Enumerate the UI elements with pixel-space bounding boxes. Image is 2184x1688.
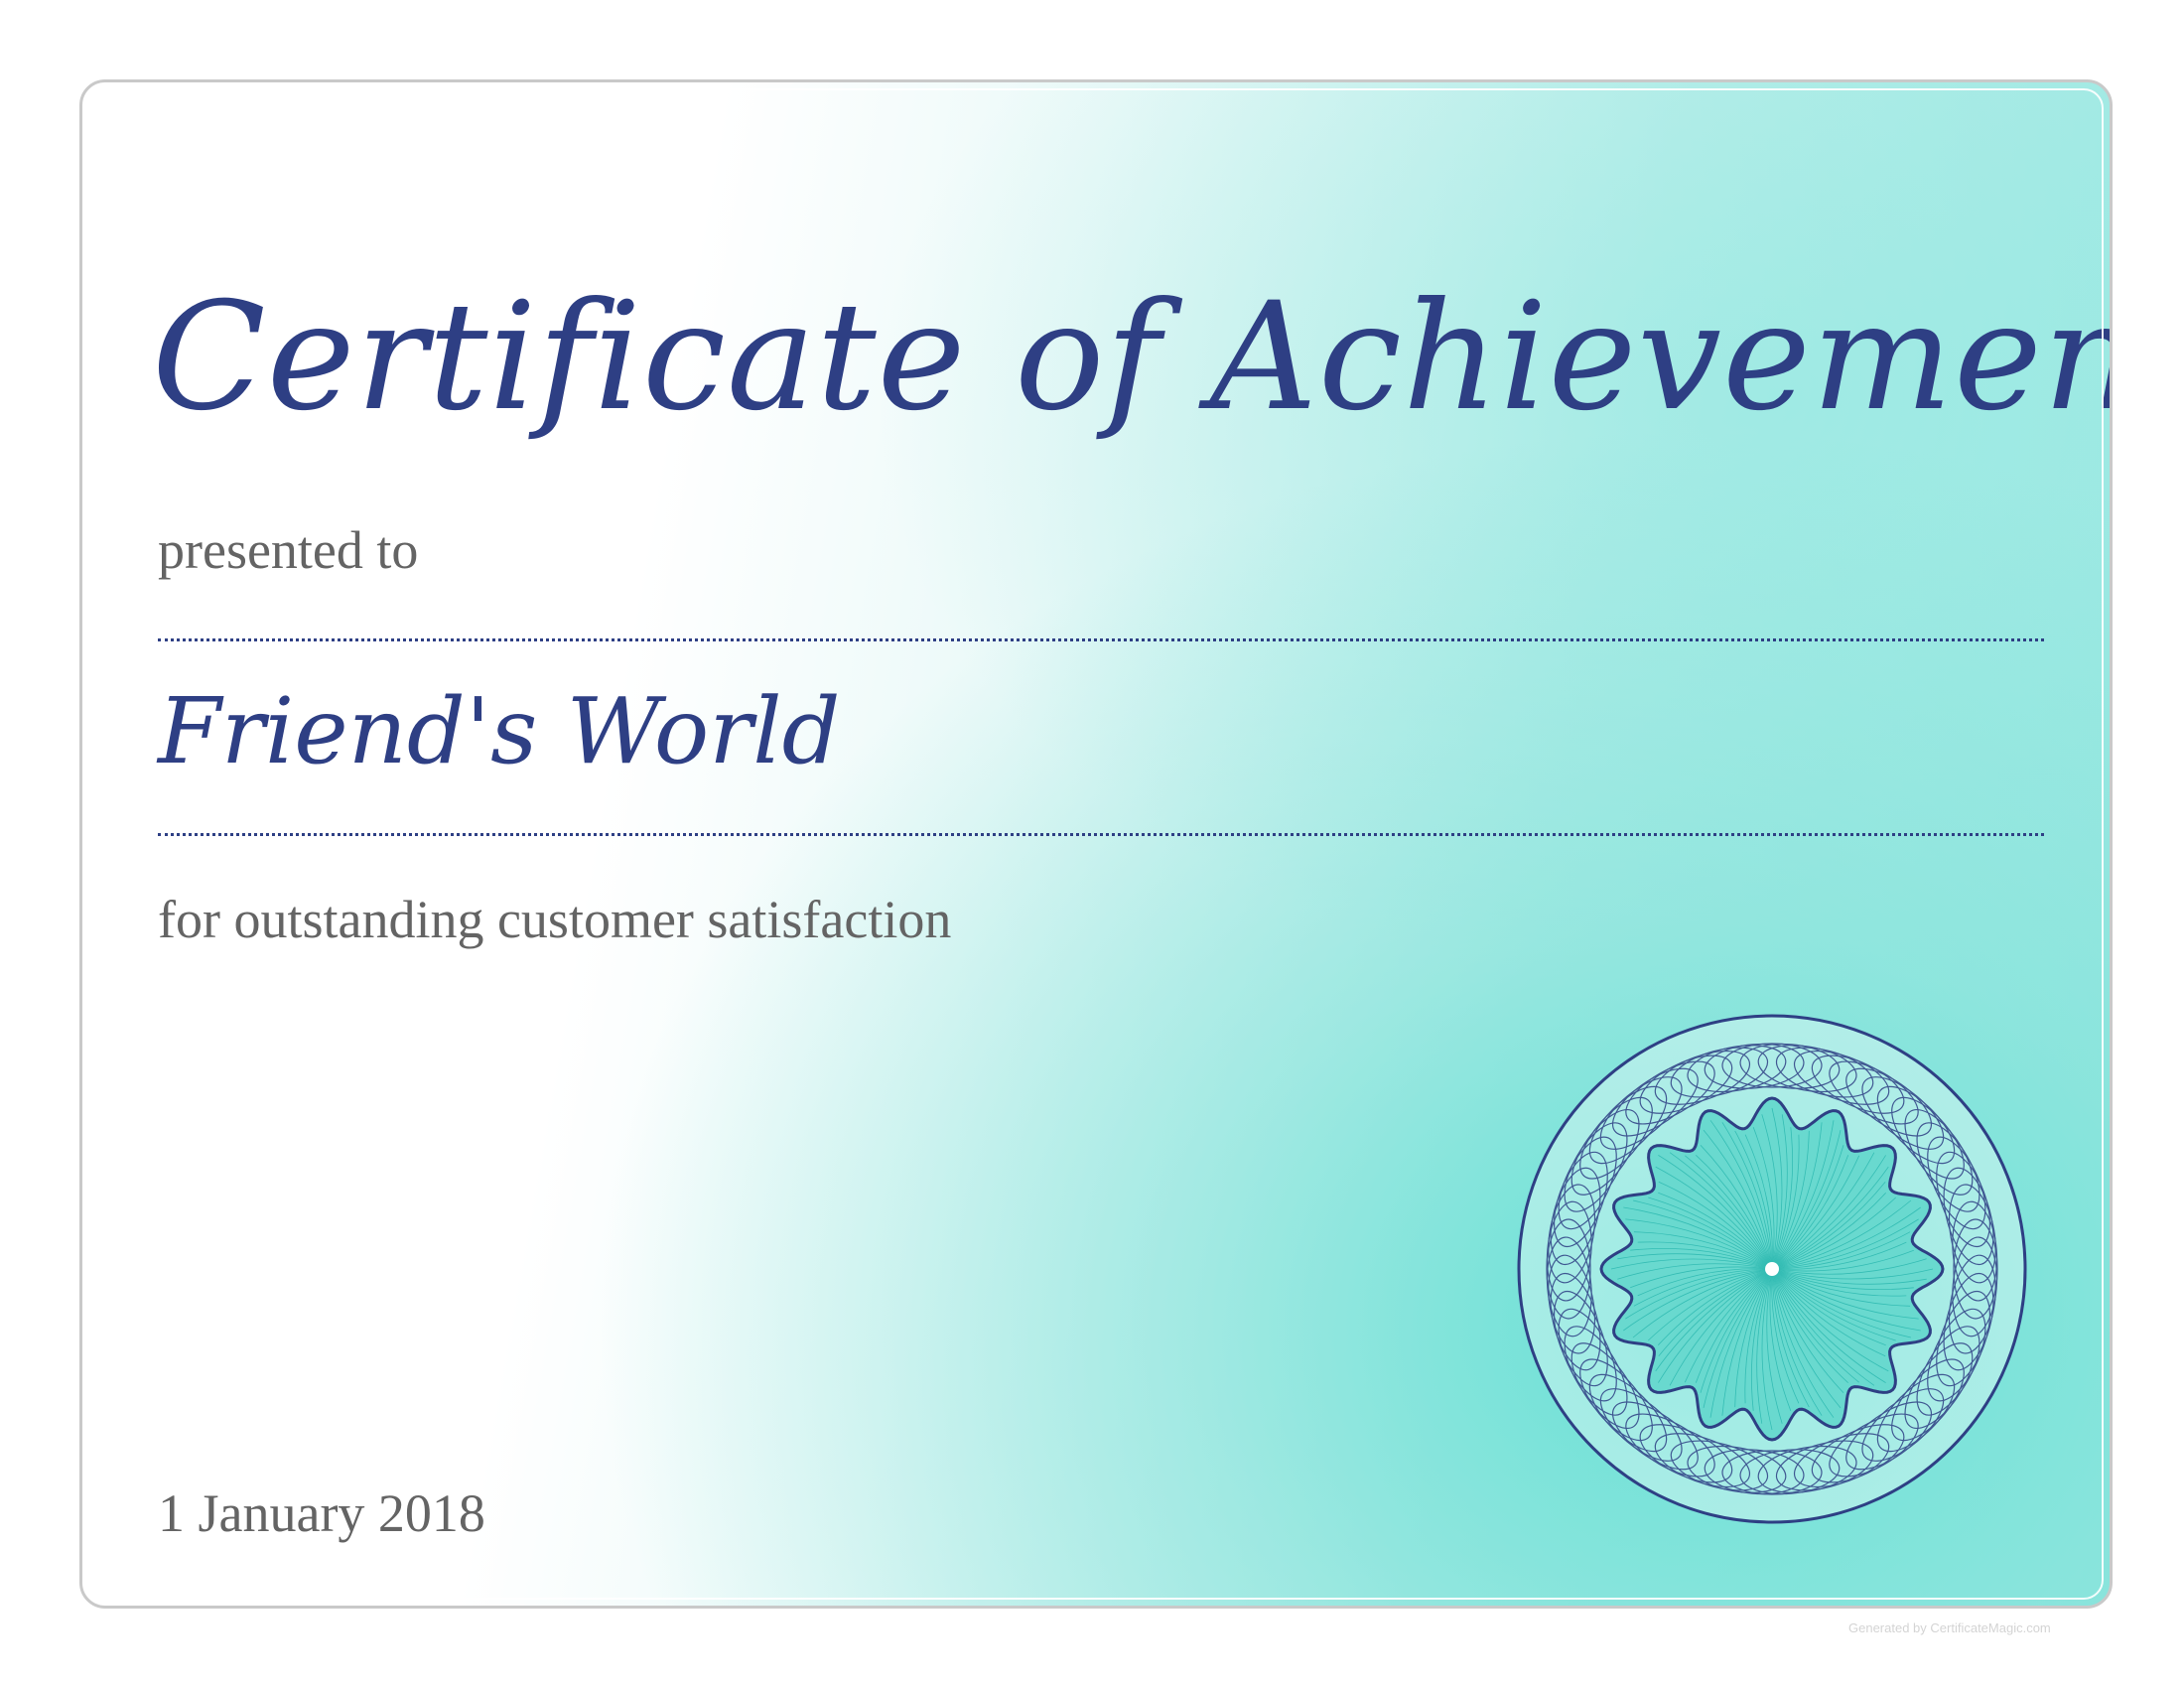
achievement-reason: for outstanding customer satisfaction [158,890,952,949]
certificate-date: 1 January 2018 [158,1483,485,1543]
recipient-name: Friend's World [158,678,841,784]
certificate-card: Certificate of Achievement presented to … [79,79,2113,1609]
dotted-divider-top [158,638,2044,641]
page: Certificate of Achievement presented to … [0,0,2184,1688]
presented-to-label: presented to [158,520,419,580]
guilloche-seal-icon [1517,1014,2027,1524]
generator-credit: Generated by CertificateMagic.com [1848,1620,2051,1635]
certificate-title: Certificate of Achievement [152,271,2113,444]
dotted-divider-bottom [158,833,2044,836]
